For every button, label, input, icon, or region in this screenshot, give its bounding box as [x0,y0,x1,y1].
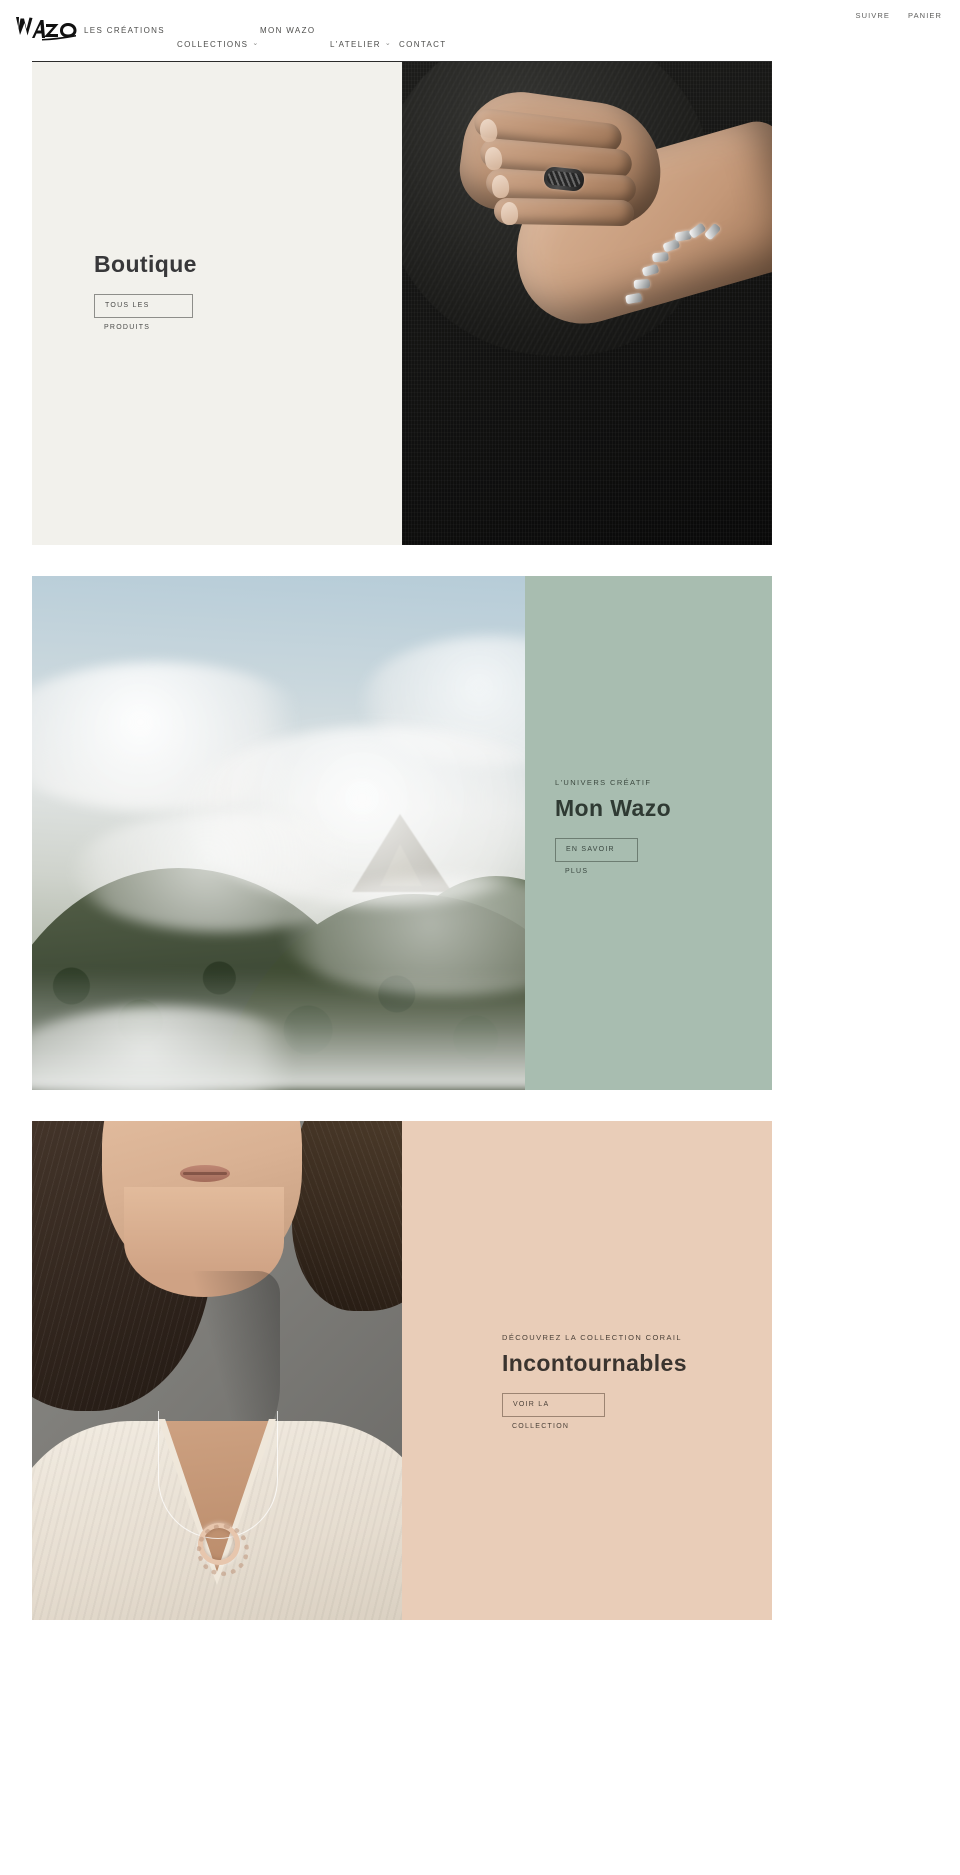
photo-necklace-chain [158,1411,278,1539]
incontournables-cta-line2: COLLECTION [512,1423,570,1431]
main-nav: LES CRÉATIONS COLLECTIONS ⌄ MON WAZO L'A… [84,26,864,60]
nav-label: COLLECTIONS [177,40,249,49]
mon-wazo-image [32,576,525,1090]
incontournables-headline: Incontournables [502,1350,687,1376]
boutique-cta-line1: TOUS LES [105,302,150,310]
nav-item-mon-wazo[interactable]: MON WAZO [260,26,315,35]
chevron-down-icon: ⌄ [252,40,260,47]
nav-label: LES CRÉATIONS [84,26,165,35]
nav-label: MON WAZO [260,26,316,35]
nav-label: L'ATELIER [330,40,381,49]
photo-fingernail [500,201,519,226]
photo-low-mist [32,970,525,1090]
photo-ring-jewelry [542,165,586,193]
site-header: SUIVRE PANIER LES CRÉATIONS COLLECTIONS … [0,0,960,62]
hand-ring-photo [402,56,772,545]
mon-wazo-cta-button[interactable]: EN SAVOIR [555,838,638,863]
mon-wazo-cta-line2: PLUS [565,868,589,876]
wazo-logo[interactable] [12,12,78,46]
boutique-cta-wrap: TOUS LES PRODUITS [94,294,374,331]
mon-wazo-eyebrow: L'UNIVERS CRÉATIF [555,778,652,787]
nav-label: CONTACT [399,40,447,49]
utility-link-suivre[interactable]: SUIVRE [856,11,891,20]
utility-link-panier[interactable]: PANIER [908,11,942,20]
utility-nav: SUIVRE PANIER [856,11,943,20]
mon-wazo-content: L'UNIVERS CRÉATIF Mon Wazo EN SAVOIR PLU… [555,778,765,875]
header-divider [32,61,772,62]
nav-item-contact[interactable]: CONTACT [399,40,447,49]
nav-item-latelier[interactable]: L'ATELIER ⌄ [330,40,392,49]
mon-wazo-text-panel: L'UNIVERS CRÉATIF Mon Wazo EN SAVOIR PLU… [525,576,772,1090]
incontournables-cta-line1: VOIR LA [513,1401,550,1409]
wazo-wordmark-logo [16,17,77,41]
mon-wazo-cta-line1: EN SAVOIR [566,846,615,854]
incontournables-eyebrow: DÉCOUVREZ LA COLLECTION CORAIL [502,1333,682,1342]
incontournables-cta-wrap: VOIR LA COLLECTION [502,1393,752,1430]
mon-wazo-headline: Mon Wazo [555,795,672,821]
boutique-cta-line2: PRODUITS [104,324,151,332]
incontournables-cta-button[interactable]: VOIR LA [502,1393,605,1418]
incontournables-text-panel: DÉCOUVREZ LA COLLECTION CORAIL Incontour… [402,1121,772,1620]
section-boutique: Boutique TOUS LES PRODUITS [32,56,772,545]
photo-hair-right [292,1121,402,1311]
nav-item-les-creations[interactable]: LES CRÉATIONS [84,26,165,35]
boutique-headline: Boutique [94,251,197,277]
incontournables-content: DÉCOUVREZ LA COLLECTION CORAIL Incontour… [502,1333,752,1430]
boutique-cta-button[interactable]: TOUS LES [94,294,193,319]
mon-wazo-cta-wrap: EN SAVOIR PLUS [555,838,765,875]
section-mon-wazo: L'UNIVERS CRÉATIF Mon Wazo EN SAVOIR PLU… [32,576,772,1090]
incontournables-image [32,1121,402,1620]
boutique-content: Boutique TOUS LES PRODUITS [94,251,374,331]
nav-item-collections[interactable]: COLLECTIONS ⌄ [177,40,260,49]
section-incontournables: DÉCOUVREZ LA COLLECTION CORAIL Incontour… [32,1121,772,1620]
boutique-image [402,56,772,545]
chevron-down-icon: ⌄ [384,40,393,47]
photo-lips [180,1165,230,1182]
boutique-text-panel: Boutique TOUS LES PRODUITS [32,56,402,545]
